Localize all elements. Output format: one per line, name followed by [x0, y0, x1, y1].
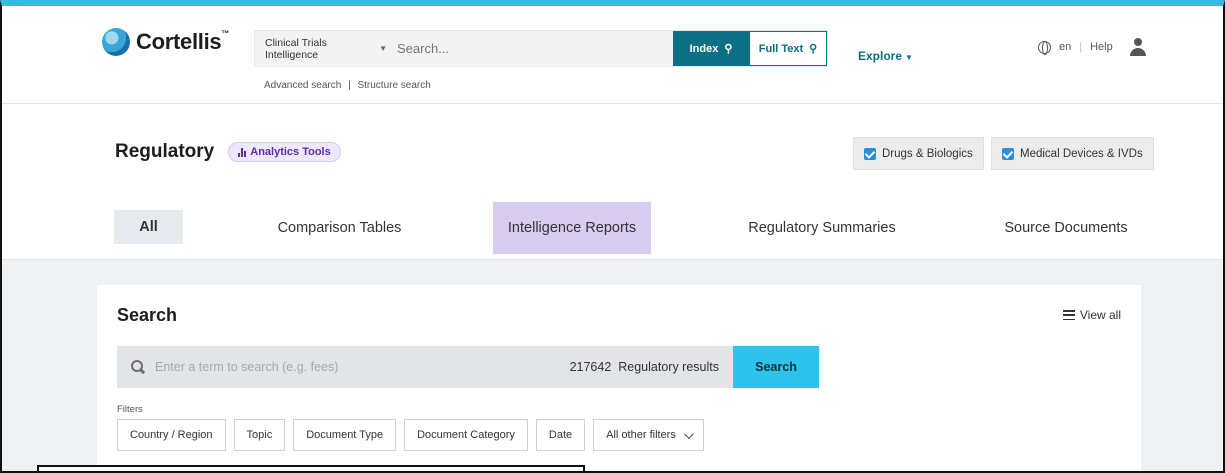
- tab-regulatory-summaries[interactable]: Regulatory Summaries: [732, 202, 912, 254]
- main-content: Search View all 217642 Regulatory result…: [2, 259, 1223, 471]
- filter-document-type[interactable]: Document Type: [293, 419, 397, 451]
- caret-down-icon: ▼: [905, 53, 913, 62]
- toggle-medical-devices[interactable]: Medical Devices & IVDs: [991, 137, 1154, 170]
- user-icon[interactable]: [1129, 38, 1147, 56]
- regulatory-search-box: 217642 Regulatory results: [117, 346, 733, 388]
- divider: |: [1079, 41, 1083, 53]
- search-card-title: Search: [117, 305, 178, 325]
- page-title: Regulatory: [115, 141, 215, 162]
- search-icon: ⚲: [809, 43, 818, 55]
- tab-source-documents[interactable]: Source Documents: [992, 202, 1140, 254]
- cortellis-logo[interactable]: Cortellis™: [102, 28, 229, 56]
- page-title-row: Regulatory Analytics Tools: [115, 141, 341, 163]
- tab-all[interactable]: All: [114, 210, 183, 244]
- toggle-label: Medical Devices & IVDs: [1020, 147, 1143, 160]
- index-search-button[interactable]: Index ⚲: [673, 31, 749, 66]
- search-scope-dropdown[interactable]: Clinical Trials Intelligence ▼: [255, 31, 387, 66]
- top-header: Cortellis™ Clinical Trials Intelligence …: [2, 6, 1223, 104]
- list-icon: [1062, 310, 1075, 320]
- filter-country-region[interactable]: Country / Region: [117, 419, 226, 451]
- app-window: Cortellis™ Clinical Trials Intelligence …: [0, 0, 1225, 473]
- search-button[interactable]: Search: [733, 346, 819, 388]
- logo-swirl-icon: [102, 28, 130, 56]
- tab-comparison-tables[interactable]: Comparison Tables: [252, 202, 427, 254]
- bar-chart-icon: [238, 147, 247, 157]
- utility-nav: en | Help: [1038, 38, 1147, 56]
- filter-chips: Country / Region Topic Document Type Doc…: [117, 419, 704, 451]
- structure-search-link[interactable]: Structure search: [357, 80, 430, 91]
- explore-menu[interactable]: Explore ▼: [858, 49, 913, 63]
- globe-icon[interactable]: [1038, 40, 1051, 55]
- analytics-tools-button[interactable]: Analytics Tools: [228, 142, 341, 162]
- global-search-bar: Clinical Trials Intelligence ▼ Index ⚲ F…: [254, 30, 828, 67]
- regulatory-search-input[interactable]: [145, 346, 570, 388]
- toggle-label: Drugs & Biologics: [882, 147, 973, 160]
- result-count: 217642 Regulatory results: [569, 360, 719, 374]
- search-card: Search View all 217642 Regulatory result…: [97, 285, 1141, 471]
- fulltext-search-button[interactable]: Full Text ⚲: [749, 31, 827, 66]
- view-all-link[interactable]: View all: [1062, 308, 1121, 322]
- filter-topic[interactable]: Topic: [233, 419, 286, 451]
- advanced-search-link[interactable]: Advanced search: [264, 80, 341, 91]
- tab-intelligence-reports[interactable]: Intelligence Reports: [493, 202, 651, 254]
- filters-label: Filters: [117, 404, 143, 415]
- results-panel-edge: [37, 465, 585, 471]
- filter-all-other[interactable]: All other filters: [593, 419, 704, 451]
- logo-text: Cortellis™: [136, 29, 230, 54]
- filter-date[interactable]: Date: [535, 419, 586, 451]
- checkbox-checked-icon: [1002, 147, 1014, 160]
- search-icon: [131, 360, 145, 374]
- search-sub-links: Advanced search | Structure search: [264, 80, 431, 91]
- caret-down-icon: ▼: [379, 44, 387, 53]
- filter-document-category[interactable]: Document Category: [404, 419, 528, 451]
- search-icon: ⚲: [724, 43, 733, 55]
- help-link[interactable]: Help: [1090, 41, 1113, 53]
- link-separator: |: [348, 80, 351, 91]
- search-scope-label: Clinical Trials Intelligence: [265, 36, 327, 61]
- chevron-down-icon: [683, 428, 694, 439]
- checkbox-checked-icon: [864, 147, 876, 160]
- language-selector[interactable]: en: [1059, 41, 1071, 53]
- global-search-input[interactable]: [387, 31, 673, 66]
- toggle-drugs-biologics[interactable]: Drugs & Biologics: [853, 137, 984, 170]
- content-tabs: All Comparison Tables Intelligence Repor…: [2, 202, 1223, 254]
